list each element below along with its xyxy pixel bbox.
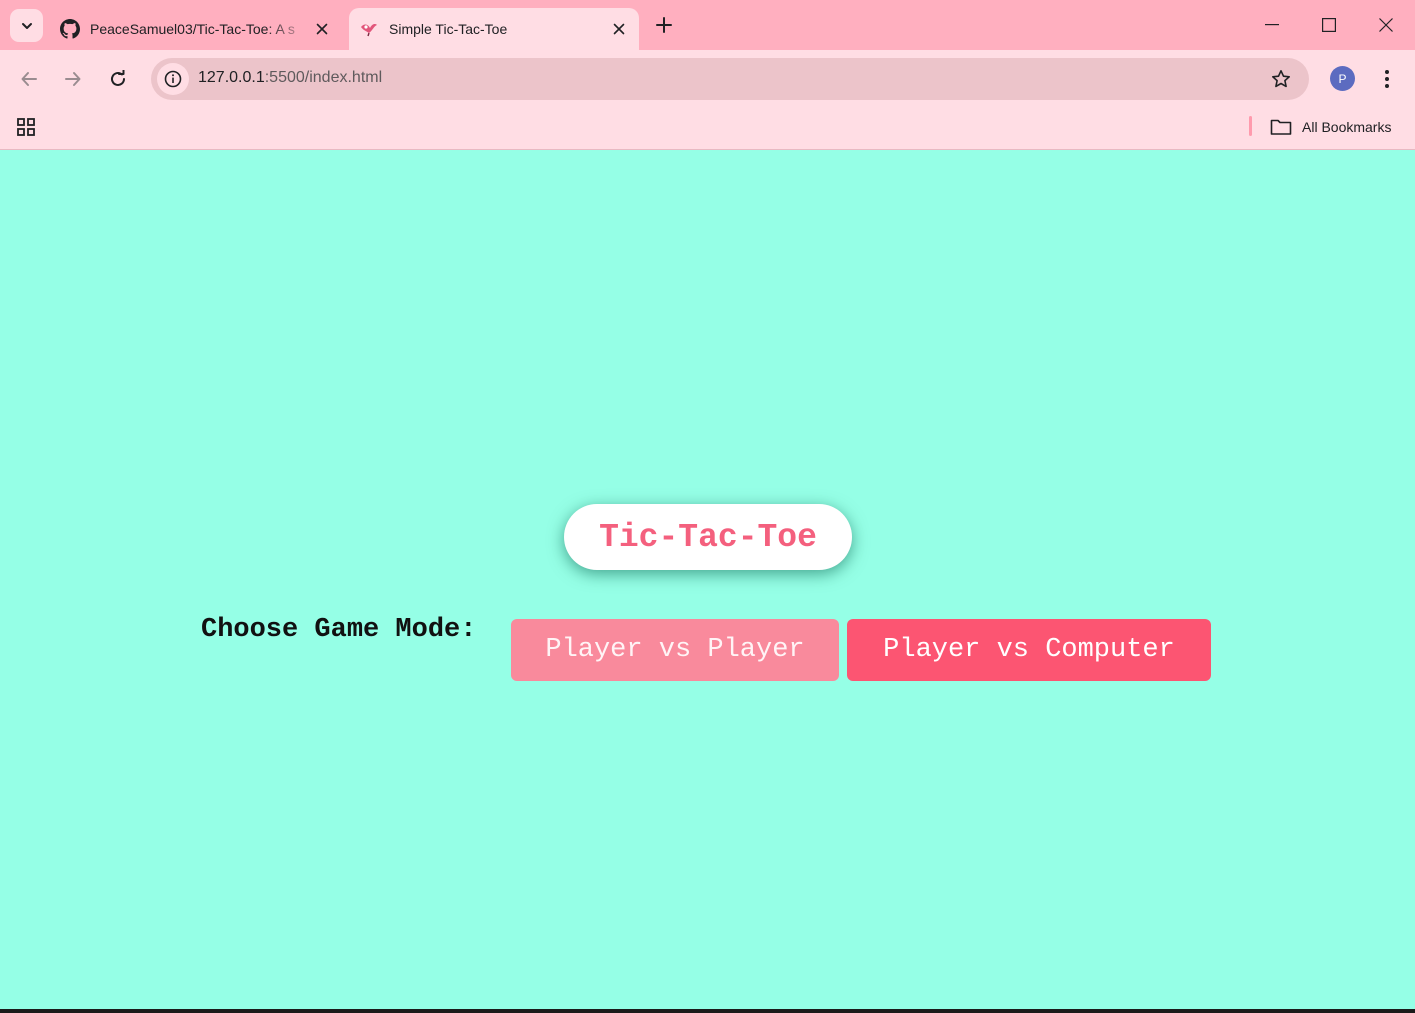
player-vs-player-button[interactable]: Player vs Player — [511, 619, 839, 681]
more-vertical-icon — [1385, 70, 1389, 88]
plus-icon — [656, 17, 672, 33]
maximize-button[interactable] — [1300, 0, 1357, 50]
close-icon — [1378, 18, 1393, 32]
arrow-right-icon — [65, 72, 81, 86]
bookmarks-separator — [1249, 116, 1252, 136]
game-title: Tic-Tac-Toe — [599, 518, 817, 556]
back-button[interactable] — [12, 62, 46, 96]
forward-button[interactable] — [56, 62, 90, 96]
all-bookmarks-button[interactable]: All Bookmarks — [1270, 114, 1391, 140]
arrow-left-icon — [21, 72, 37, 86]
player-vs-computer-button[interactable]: Player vs Computer — [847, 619, 1211, 681]
bird-icon — [359, 19, 379, 39]
tab-strip: PeaceSamuel03/Tic-Tac-Toe: A s Simple Ti… — [0, 0, 1415, 50]
chevron-down-icon — [21, 22, 32, 29]
game-mode-label: Choose Game Mode: — [201, 615, 477, 645]
apps-grid-icon[interactable] — [14, 115, 38, 139]
profile-avatar[interactable]: P — [1330, 66, 1355, 91]
folder-icon — [1270, 119, 1292, 135]
tab-title: PeaceSamuel03/Tic-Tac-Toe: A s — [90, 21, 295, 37]
minimize-icon — [1264, 24, 1279, 26]
bookmark-star-icon[interactable] — [1269, 67, 1293, 91]
url-text[interactable]: 127.0.0.1:5500/index.html — [198, 69, 382, 87]
new-tab-button[interactable] — [650, 11, 678, 39]
address-bar[interactable]: 127.0.0.1:5500/index.html — [151, 58, 1309, 100]
tab-tictactoe[interactable]: Simple Tic-Tac-Toe — [349, 8, 639, 50]
reload-icon — [111, 70, 125, 86]
url-path: :5500/index.html — [264, 69, 383, 86]
close-tab-icon[interactable] — [310, 17, 334, 41]
maximize-icon — [1321, 18, 1336, 32]
browser-menu-button[interactable] — [1375, 64, 1399, 94]
url-host: 127.0.0.1 — [198, 69, 265, 86]
close-tab-icon[interactable] — [607, 17, 631, 41]
tab-search-button[interactable] — [10, 9, 43, 42]
github-icon — [60, 19, 80, 39]
browser-window: PeaceSamuel03/Tic-Tac-Toe: A s Simple Ti… — [0, 0, 1415, 1009]
bookmarks-bar: All Bookmarks — [0, 108, 1415, 150]
site-info-icon[interactable] — [157, 63, 189, 95]
browser-toolbar: 127.0.0.1:5500/index.html P — [0, 50, 1415, 108]
tab-github[interactable]: PeaceSamuel03/Tic-Tac-Toe: A s — [50, 8, 342, 50]
reload-button[interactable] — [101, 62, 135, 96]
all-bookmarks-label: All Bookmarks — [1302, 119, 1392, 135]
game-title-badge: Tic-Tac-Toe — [564, 504, 852, 570]
game-page: Tic-Tac-Toe Choose Game Mode: Player vs … — [0, 151, 1415, 1009]
tab-title: Simple Tic-Tac-Toe — [389, 21, 508, 37]
minimize-button[interactable] — [1243, 0, 1300, 50]
close-window-button[interactable] — [1357, 0, 1414, 50]
